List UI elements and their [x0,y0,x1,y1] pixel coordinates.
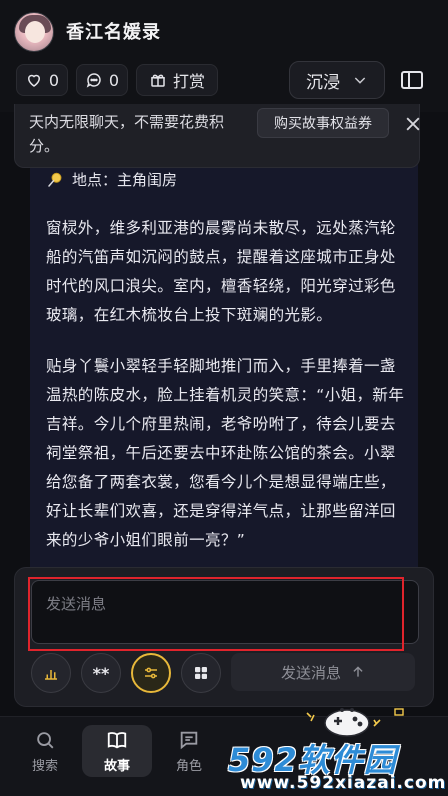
send-label: 发送消息 [280,663,341,682]
asterisk-label: ** [92,663,110,683]
buy-story-pass-button[interactable]: 购买故事权益券 [257,108,389,138]
stats-button[interactable] [31,653,71,693]
comment-icon [86,73,101,88]
nav-item-story[interactable]: 故事 [82,725,152,777]
message-input[interactable] [31,580,419,644]
comment-count: 0 [108,70,120,90]
tip-button[interactable]: 打赏 [136,64,218,96]
sparkle-icon [373,719,381,727]
heart-icon [27,74,40,87]
sidebar-toggle-icon[interactable] [400,70,424,90]
nav-item-search[interactable]: 搜索 [10,725,80,777]
gift-icon [151,74,165,87]
chat-card-icon [180,731,198,749]
nav-label: 故事 [103,758,130,774]
notice-text: 天内无限聊天，不需要花费积分。 [29,113,225,155]
mode-select[interactable]: 沉浸 [289,61,385,99]
close-icon[interactable] [403,114,423,134]
story-paragraph: 窗棂外，维多利亚港的晨雾尚未散尽，远处蒸汽轮船的汽笛声如沉闷的鼓点，提醒着这座城… [46,219,396,324]
sliders-icon [145,667,157,679]
send-button[interactable]: 发送消息 [231,653,415,691]
comment-button[interactable]: 0 [76,64,128,96]
bar-chart-icon [45,670,57,680]
notice-banner: 天内无限聊天，不需要花费积分。 购买故事权益券 [14,104,420,168]
like-count: 0 [48,70,60,90]
app-header: 香江名媛录 0 0 打赏 沉浸 [0,0,448,112]
chevron-down-icon [354,77,366,84]
mode-label: 沉浸 [306,72,340,93]
arrow-up-icon [353,666,363,677]
nav-item-role[interactable]: 角色 [154,725,224,777]
search-icon [37,731,54,748]
story-title: 香江名媛录 [66,22,161,43]
pushpin-icon [48,172,62,187]
tip-label: 打赏 [172,72,205,91]
sparkle-icon [306,712,315,722]
watermark-url: www.592xiazai.com [240,773,447,793]
story-panel: 地点：主角闺房 窗棂外，维多利亚港的晨雾尚未散尽，远处蒸汽轮船的汽笛声如沉闷的鼓… [30,112,418,582]
gamepad-mascot-icon[interactable] [322,704,372,738]
grid-icon [195,667,207,679]
apps-button[interactable] [181,653,221,693]
book-icon [107,731,127,748]
story-paragraph: 贴身丫鬟小翠轻手轻脚地推门而入，手里捧着一盏温热的陈皮水，脸上挂着机灵的笑意：“… [46,357,405,549]
scene-location: 地点：主角闺房 [46,168,406,192]
site-watermark: 592软件园 www.592xiazai.com [226,735,448,796]
location-text: 地点：主角闺房 [72,171,178,189]
nav-label: 搜索 [31,758,58,774]
flag-icon [394,708,404,716]
settings-sliders-button[interactable] [131,653,171,693]
like-button[interactable]: 0 [16,64,68,96]
nav-label: 角色 [175,758,202,774]
avatar[interactable] [14,12,54,52]
emphasis-button[interactable]: ** [81,653,121,693]
